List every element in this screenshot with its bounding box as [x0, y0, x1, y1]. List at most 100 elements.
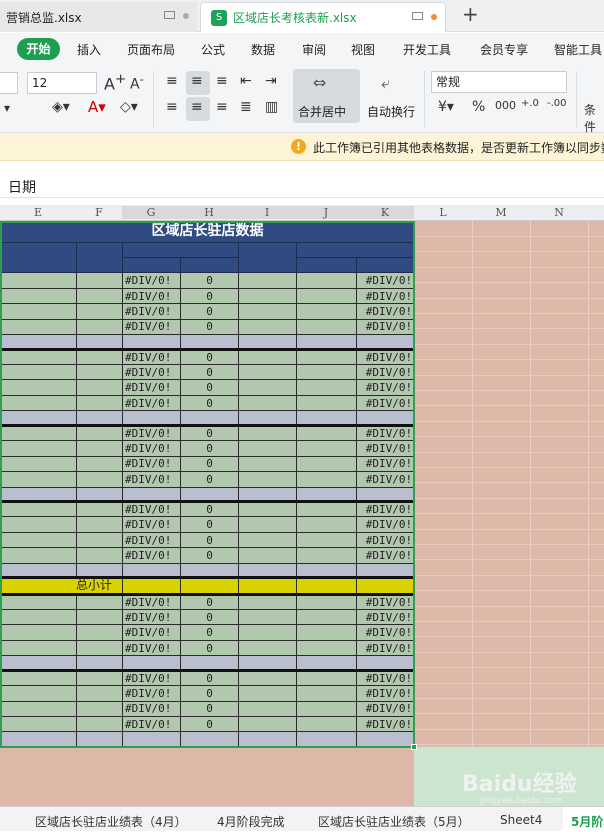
zero-cell[interactable]: 0	[180, 668, 239, 687]
error-cell[interactable]: #DIV/0!	[122, 499, 181, 518]
error-cell[interactable]: #DIV/0!	[355, 303, 416, 320]
error-cell[interactable]: #DIV/0!	[122, 531, 181, 549]
zero-cell[interactable]: 0	[180, 347, 239, 366]
column-header-i[interactable]: I	[238, 206, 296, 219]
increase-font-icon[interactable]: A+	[104, 72, 126, 93]
table-row[interactable]: #DIV/0! 0 #DIV/0!	[0, 531, 416, 549]
subtotal-row[interactable]	[0, 562, 416, 579]
error-cell[interactable]: #DIV/0!	[122, 440, 181, 457]
sheet-tab-sheet4[interactable]: Sheet4	[500, 813, 542, 827]
error-cell[interactable]: #DIV/0!	[355, 516, 416, 533]
table-row[interactable]: #DIV/0! 0 #DIV/0!	[0, 364, 416, 381]
table-row[interactable]: #DIV/0! 0 #DIV/0!	[0, 700, 416, 718]
zero-cell[interactable]: 0	[180, 639, 239, 657]
indent-increase-icon[interactable]: ⇥	[265, 73, 277, 89]
zero-cell[interactable]: 0	[180, 423, 239, 442]
table-row[interactable]: #DIV/0! 0 #DIV/0!	[0, 287, 416, 305]
error-cell[interactable]: #DIV/0!	[355, 547, 416, 564]
zero-cell[interactable]: 0	[180, 547, 239, 564]
conditional-format-label[interactable]: 条件	[584, 101, 604, 135]
zero-cell[interactable]: 0	[180, 318, 239, 336]
formula-bar[interactable]: 日期	[0, 174, 604, 198]
zero-cell[interactable]: 0	[180, 531, 239, 549]
error-cell[interactable]: #DIV/0!	[122, 685, 181, 702]
column-header-e[interactable]: E	[0, 206, 76, 219]
error-cell[interactable]: #DIV/0!	[355, 423, 416, 442]
error-cell[interactable]: #DIV/0!	[355, 700, 416, 718]
table-row[interactable]: #DIV/0! 0 #DIV/0!	[0, 516, 416, 533]
error-cell[interactable]: #DIV/0!	[355, 379, 416, 396]
header-cell[interactable]	[295, 241, 416, 259]
table-row[interactable]: #DIV/0! 0 #DIV/0!	[0, 592, 416, 610]
table-row[interactable]: #DIV/0! 0 #DIV/0!	[0, 608, 416, 626]
font-size-select[interactable]: 12	[27, 72, 97, 94]
column-header-j[interactable]: J	[296, 206, 356, 219]
sheet-tab-may-perf[interactable]: 区域店长驻店业绩表（5月）	[318, 813, 470, 830]
error-cell[interactable]: #DIV/0!	[355, 685, 416, 702]
error-cell[interactable]: #DIV/0!	[355, 455, 416, 473]
align-center-icon[interactable]: ≡	[191, 99, 203, 115]
table-row[interactable]: #DIV/0! 0 #DIV/0!	[0, 423, 416, 442]
column-header-k[interactable]: K	[356, 206, 414, 219]
table-row[interactable]: #DIV/0! 0 #DIV/0!	[0, 379, 416, 396]
table-row[interactable]: #DIV/0! 0 #DIV/0!	[0, 440, 416, 457]
subtotal-row[interactable]	[0, 486, 416, 502]
subtotal-row[interactable]	[0, 410, 416, 426]
column-header-n[interactable]: N	[530, 206, 588, 219]
header-cell[interactable]	[0, 241, 77, 274]
error-cell[interactable]: #DIV/0!	[122, 700, 181, 718]
zero-cell[interactable]: 0	[180, 394, 239, 412]
error-cell[interactable]: #DIV/0!	[122, 364, 181, 381]
error-cell[interactable]: #DIV/0!	[355, 394, 416, 412]
menu-start[interactable]: 开始	[17, 38, 60, 60]
zero-cell[interactable]: 0	[180, 303, 239, 320]
zero-cell[interactable]: 0	[180, 624, 239, 641]
error-cell[interactable]: #DIV/0!	[122, 516, 181, 533]
align-bottom-icon[interactable]: ≡	[216, 73, 228, 89]
error-cell[interactable]: #DIV/0!	[355, 608, 416, 626]
table-row[interactable]: #DIV/0! 0 #DIV/0!	[0, 347, 416, 366]
unsaved-dot-icon[interactable]	[431, 14, 437, 20]
menu-view[interactable]: 视图	[351, 41, 375, 58]
error-cell[interactable]: #DIV/0!	[122, 394, 181, 412]
file-tab-marketing[interactable]: 营销总监.xlsx	[0, 2, 197, 32]
grand-total-row[interactable]: 总小计	[0, 576, 416, 595]
border-icon[interactable]: ▾	[4, 101, 10, 115]
fill-color-icon[interactable]: ◈▾	[52, 99, 70, 115]
column-header-l[interactable]: L	[414, 206, 472, 219]
menu-review[interactable]: 审阅	[302, 41, 326, 58]
menu-data[interactable]: 数据	[251, 41, 275, 58]
error-cell[interactable]: #DIV/0!	[355, 639, 416, 657]
header-cell[interactable]	[76, 241, 123, 274]
error-cell[interactable]: #DIV/0!	[122, 423, 181, 442]
monitor-icon[interactable]	[164, 11, 175, 19]
zero-cell[interactable]: 0	[180, 516, 239, 533]
fill-handle[interactable]	[411, 744, 417, 750]
close-dot-icon[interactable]	[183, 13, 189, 19]
notice-text[interactable]: 此工作簿已引用其他表格数据，是否更新工作簿以同步数据	[313, 139, 604, 156]
error-cell[interactable]: #DIV/0!	[355, 592, 416, 610]
zero-cell[interactable]: 0	[180, 455, 239, 473]
zero-cell[interactable]: 0	[180, 272, 239, 289]
zero-cell[interactable]: 0	[180, 685, 239, 702]
column-header-g[interactable]: G	[122, 206, 180, 219]
file-tab-active[interactable]: S 区域店长考核表新.xlsx	[200, 2, 446, 32]
indent-decrease-icon[interactable]: ⇤	[240, 73, 252, 89]
error-cell[interactable]: #DIV/0!	[355, 716, 416, 733]
error-cell[interactable]: #DIV/0!	[122, 287, 181, 305]
error-cell[interactable]: #DIV/0!	[355, 347, 416, 366]
sheet-tab-april-stage[interactable]: 4月阶段完成	[217, 813, 285, 830]
increase-decimal-icon[interactable]: +.0	[521, 98, 539, 109]
align-right-icon[interactable]: ≡	[216, 99, 228, 115]
total-label[interactable]: 总小计	[0, 576, 123, 595]
table-row[interactable]: #DIV/0! 0 #DIV/0!	[0, 318, 416, 336]
error-cell[interactable]: #DIV/0!	[122, 379, 181, 396]
table-row[interactable]: #DIV/0! 0 #DIV/0!	[0, 455, 416, 473]
font-color-icon[interactable]: A▾	[88, 98, 106, 116]
menu-member[interactable]: 会员专享	[480, 41, 528, 58]
error-cell[interactable]: #DIV/0!	[122, 303, 181, 320]
error-cell[interactable]: #DIV/0!	[122, 347, 181, 366]
thousands-icon[interactable]: 000	[495, 99, 516, 112]
table-row[interactable]: #DIV/0! 0 #DIV/0!	[0, 394, 416, 412]
error-cell[interactable]: #DIV/0!	[355, 499, 416, 518]
